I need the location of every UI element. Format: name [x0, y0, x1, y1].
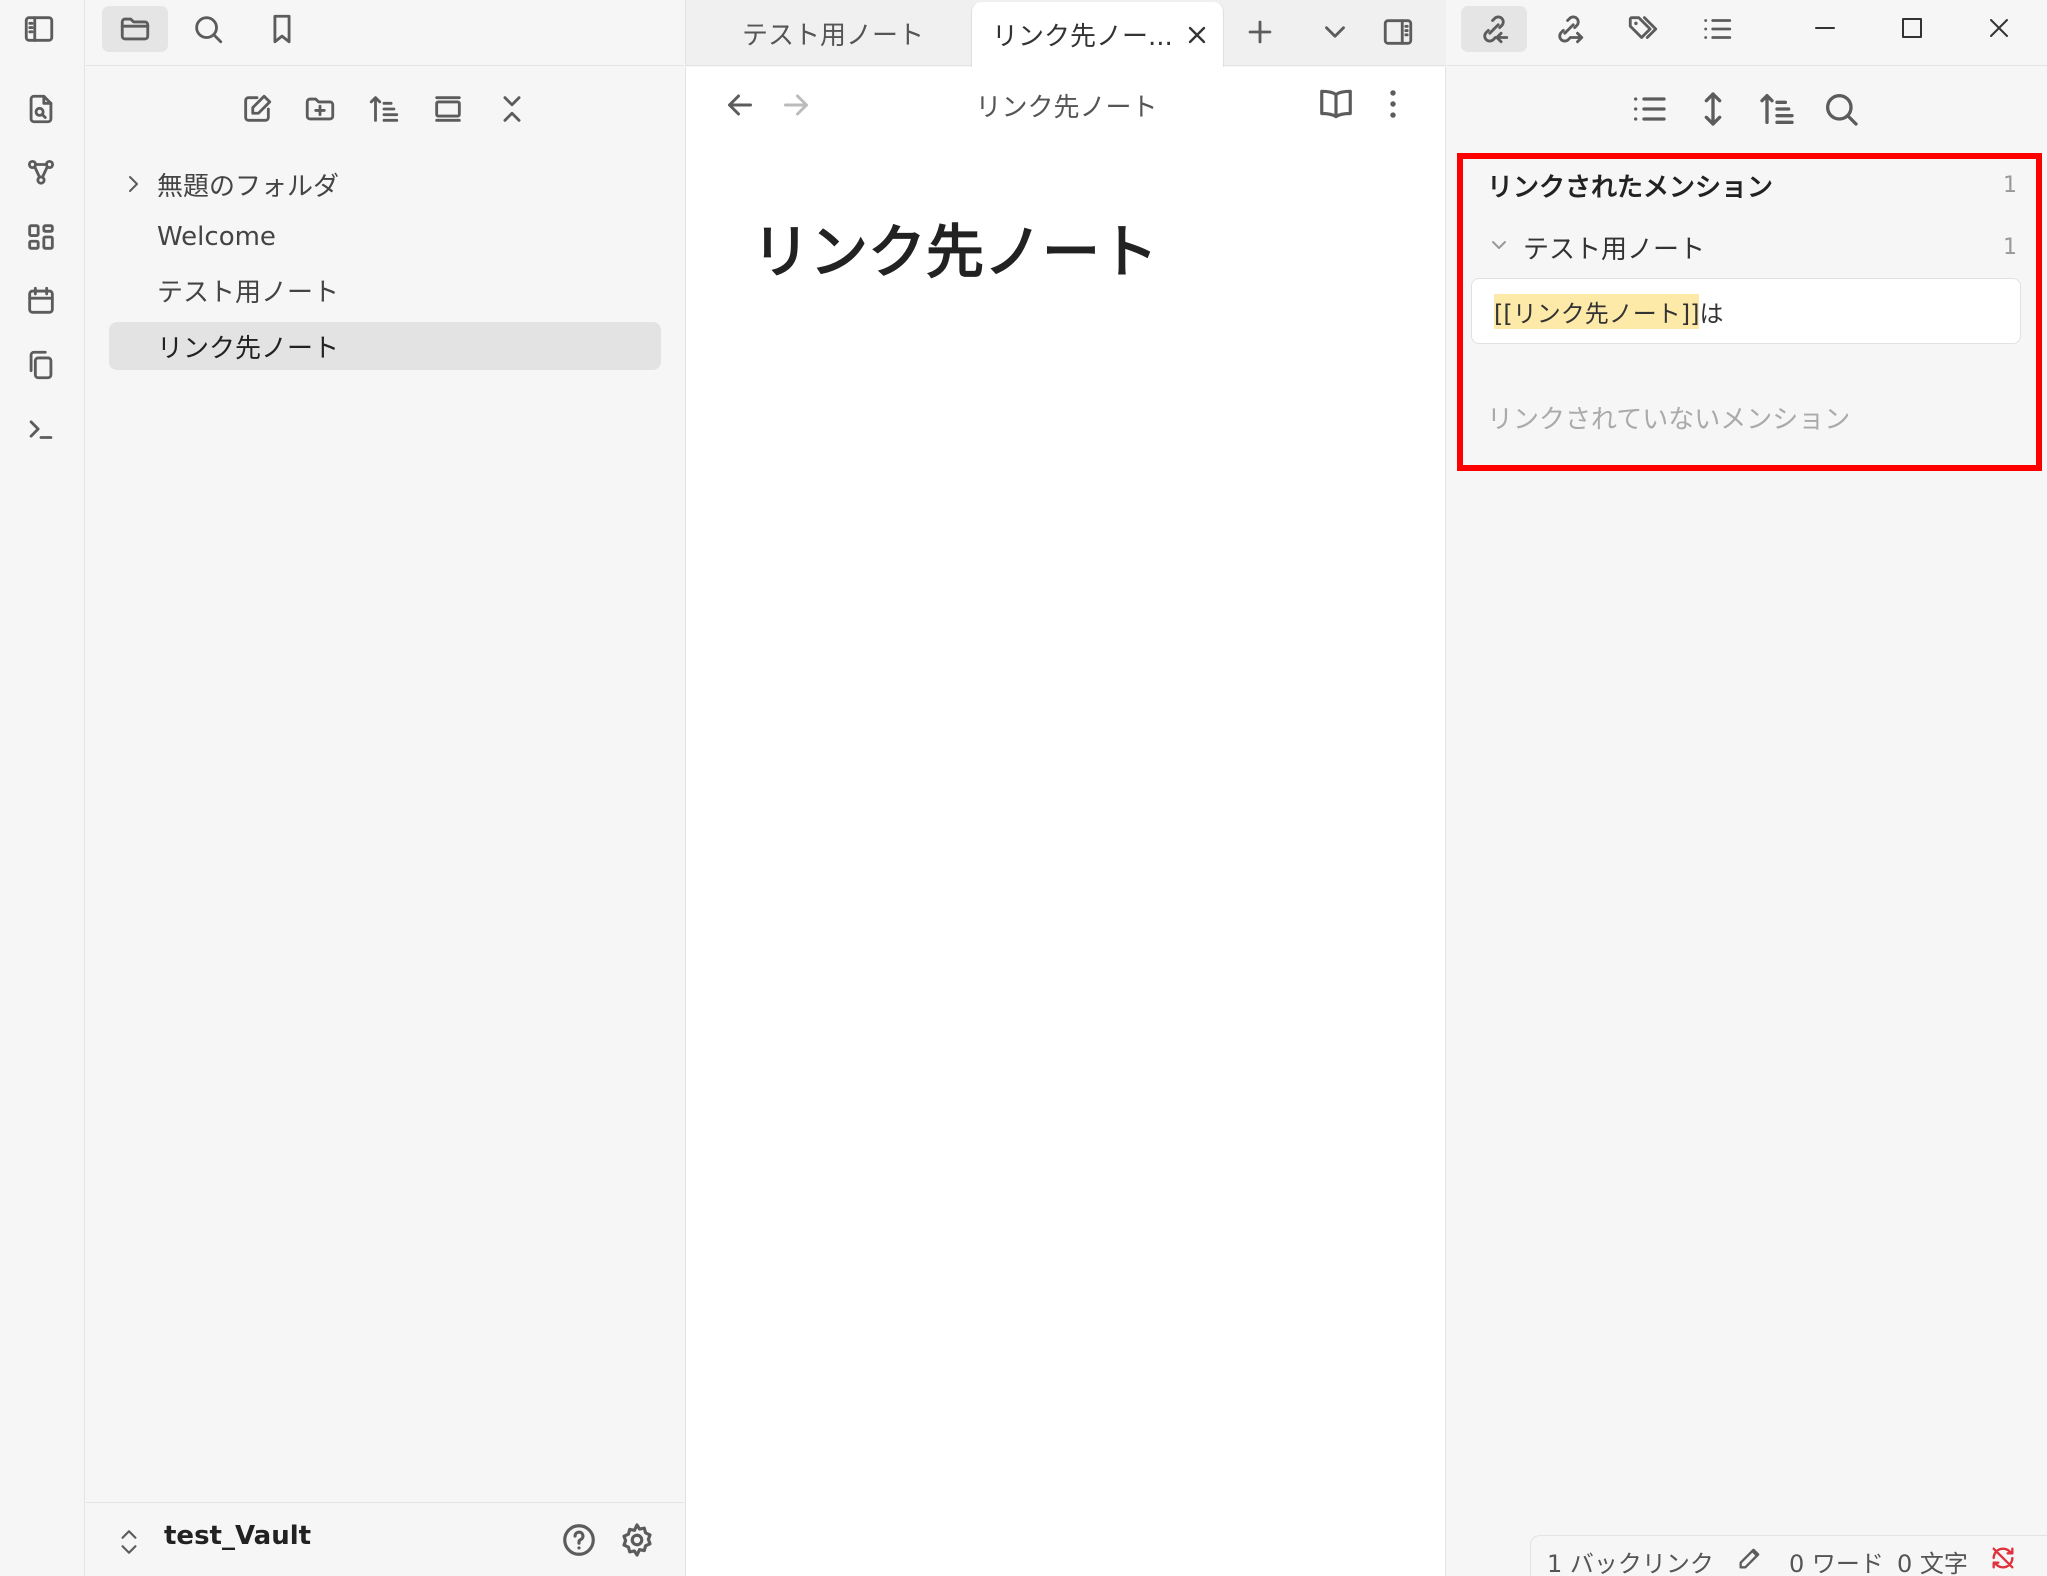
- maximize-window-button[interactable]: [1890, 8, 1934, 48]
- search-tab[interactable]: [175, 6, 241, 52]
- tab-test-note[interactable]: テスト用ノート: [742, 0, 924, 66]
- sort-button[interactable]: [364, 89, 404, 129]
- help-icon[interactable]: [560, 1521, 598, 1559]
- daily-note-button[interactable]: [20, 280, 62, 322]
- canvas-button[interactable]: [20, 216, 62, 258]
- more-options-icon[interactable]: [1374, 85, 1412, 123]
- outline-tab[interactable]: [1684, 6, 1750, 52]
- file-explorer-tab[interactable]: [102, 6, 168, 52]
- reading-view-icon[interactable]: [1317, 85, 1355, 123]
- char-count-status: 0 文字: [1897, 1550, 1968, 1576]
- right-sidebar-header: [1447, 0, 2047, 66]
- auto-reveal-button[interactable]: [428, 89, 468, 129]
- chevron-down-icon: [1318, 15, 1352, 49]
- outgoing-link-icon: [1552, 12, 1586, 46]
- sort-order-icon[interactable]: [1757, 89, 1797, 129]
- show-more-context-icon[interactable]: [1693, 89, 1733, 129]
- tab-label: リンク先ノー...: [992, 22, 1173, 52]
- backlink-file-count: 1: [2003, 235, 2017, 260]
- vault-name[interactable]: test_Vault: [164, 1521, 311, 1551]
- pencil-icon[interactable]: [1736, 1544, 1764, 1572]
- backlink-file-name[interactable]: テスト用ノート: [1523, 229, 1705, 266]
- collapse-results-icon[interactable]: [1629, 89, 1669, 129]
- backlink-count-status[interactable]: 1 バックリンク: [1547, 1544, 1714, 1576]
- status-bar: 1 バックリンク 0 ワード 0 文字: [1530, 1535, 2047, 1576]
- command-palette-button[interactable]: [20, 408, 62, 450]
- vault-bar: test_Vault: [86, 1502, 684, 1576]
- terminal-icon: [24, 412, 58, 446]
- tab-link-target[interactable]: リンク先ノー...: [971, 2, 1224, 67]
- chevron-right-icon: [121, 172, 145, 196]
- tree-item-label: テスト用ノート: [157, 277, 340, 308]
- tags-tab[interactable]: [1610, 6, 1676, 52]
- vault-switcher-icon[interactable]: [116, 1527, 142, 1557]
- settings-gear-icon[interactable]: [618, 1521, 656, 1559]
- sidebar-header: [24, 0, 684, 66]
- list-icon: [1700, 12, 1734, 46]
- edit-icon: [240, 92, 274, 126]
- close-icon: [1987, 16, 2011, 40]
- dashboard-icon: [24, 220, 58, 254]
- word-count-status: 0 ワード: [1789, 1550, 1884, 1576]
- quick-switcher-button[interactable]: [20, 88, 62, 130]
- reveal-icon: [431, 92, 465, 126]
- calendar-icon: [24, 284, 58, 318]
- sidebar-right-icon: [1381, 15, 1415, 49]
- outgoing-links-tab[interactable]: [1536, 6, 1602, 52]
- tree-file-link-target[interactable]: リンク先ノート: [109, 322, 661, 370]
- toggle-right-sidebar-button[interactable]: [1376, 10, 1420, 54]
- templates-button[interactable]: [20, 344, 62, 386]
- backlinks-pane: リンクされたメンション 1 テスト用ノート 1 [[リンク先ノート]] は リンク…: [1447, 67, 2047, 1576]
- minimize-window-button[interactable]: [1803, 8, 1847, 48]
- toggle-sidebar-button[interactable]: [6, 6, 72, 52]
- graph-view-button[interactable]: [20, 152, 62, 194]
- tree-item-label: 無題のフォルダ: [157, 171, 340, 202]
- backlink-match: [[リンク先ノート]]: [1494, 293, 1700, 329]
- close-window-button[interactable]: [1977, 8, 2021, 48]
- file-explorer: 無題のフォルダ Welcome テスト用ノート リンク先ノート: [86, 67, 684, 1502]
- tags-icon: [1626, 12, 1660, 46]
- left-ribbon: [0, 0, 85, 1576]
- tab-label: テスト用ノート: [742, 20, 925, 51]
- chevron-down-icon[interactable]: [1487, 233, 1511, 257]
- maximize-icon: [1900, 16, 1924, 40]
- file-search-icon: [24, 92, 58, 126]
- close-tab-icon[interactable]: [1183, 21, 1211, 49]
- note-title[interactable]: リンク先ノート: [752, 205, 1158, 289]
- backlink-snippet[interactable]: [[リンク先ノート]] は: [1471, 278, 2021, 344]
- search-filter-icon[interactable]: [1821, 89, 1861, 129]
- new-folder-button[interactable]: [300, 89, 340, 129]
- bookmarks-tab[interactable]: [249, 6, 315, 52]
- linked-mentions-heading[interactable]: リンクされたメンション: [1487, 167, 1773, 204]
- bookmark-icon: [265, 12, 299, 46]
- tree-file-welcome[interactable]: Welcome: [109, 213, 661, 261]
- sort-icon: [367, 92, 401, 126]
- backlink-icon: [1477, 12, 1511, 46]
- tab-list-button[interactable]: [1313, 10, 1357, 54]
- collapse-all-button[interactable]: [492, 89, 532, 129]
- collapse-icon: [495, 92, 529, 126]
- new-note-button[interactable]: [237, 89, 277, 129]
- new-tab-button[interactable]: [1238, 10, 1282, 54]
- folder-plus-icon: [303, 92, 337, 126]
- tree-item-label: リンク先ノート: [157, 333, 340, 364]
- editor-pane[interactable]: リンク先ノート リンク先ノート: [685, 67, 1446, 1576]
- sidebar-left-icon: [22, 12, 56, 46]
- search-icon: [191, 12, 225, 46]
- tree-file-test-note[interactable]: テスト用ノート: [109, 266, 661, 314]
- copy-icon: [24, 348, 58, 382]
- tree-folder-untitled[interactable]: 無題のフォルダ: [109, 160, 661, 208]
- sync-error-icon[interactable]: [1989, 1544, 2017, 1572]
- linked-mentions-count: 1: [2003, 173, 2017, 198]
- tree-item-label: Welcome: [157, 222, 276, 252]
- tab-bar: テスト用ノート リンク先ノー...: [685, 0, 1446, 67]
- plus-icon: [1243, 15, 1277, 49]
- graph-icon: [24, 156, 58, 190]
- folder-icon: [118, 12, 152, 46]
- minimize-icon: [1813, 16, 1837, 40]
- unlinked-mentions-heading[interactable]: リンクされていないメンション: [1487, 399, 1850, 436]
- backlink-context: は: [1699, 299, 1724, 328]
- backlinks-tab[interactable]: [1461, 6, 1527, 52]
